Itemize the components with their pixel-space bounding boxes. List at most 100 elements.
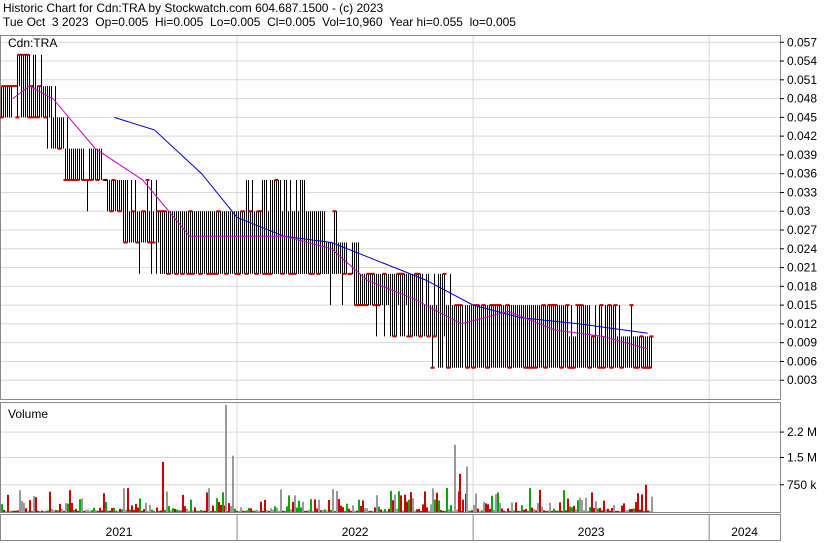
volume-bar [25, 508, 27, 512]
volume-bar [571, 507, 573, 512]
volume-bar [248, 507, 250, 512]
volume-bar [71, 502, 73, 512]
volume-bar [149, 504, 151, 512]
volume-bar [288, 495, 290, 512]
price-tick-label: 0.03 [787, 204, 811, 218]
volume-bar [308, 509, 310, 512]
volume-bar [49, 491, 51, 512]
volume-bar [637, 493, 639, 512]
volume-bar [641, 494, 643, 512]
volume-bar [521, 505, 523, 512]
volume-bar [328, 499, 330, 512]
volume-bar [495, 494, 497, 512]
volume-bar [141, 510, 143, 512]
volume-bar [115, 510, 117, 512]
volume-bar [147, 510, 149, 512]
price-panel-frame [0, 35, 781, 400]
volume-bar [232, 455, 234, 512]
volume-bar [39, 510, 41, 512]
volume-bar [19, 490, 21, 512]
volume-bar [260, 501, 262, 512]
price-tick-label: 0.012 [787, 317, 817, 331]
volume-bar [225, 404, 227, 512]
volume-bar [368, 510, 370, 512]
price-tick-label: 0.042 [787, 129, 817, 143]
volume-bar [282, 510, 284, 512]
volume-bar [589, 507, 591, 512]
volume-bar [350, 510, 352, 512]
volume-bar [184, 506, 186, 512]
volume-bar [242, 510, 244, 512]
volume-bar [85, 510, 87, 512]
volume-bar [73, 509, 75, 512]
volume-bar [180, 510, 182, 512]
volume-bar [340, 505, 342, 512]
volume-bar [230, 505, 232, 512]
volume-bar [418, 508, 420, 512]
volume-bar [517, 510, 519, 512]
volume-bar [631, 508, 633, 512]
volume-bar [105, 501, 107, 512]
volume-bar [79, 499, 81, 512]
volume-bar [274, 506, 276, 512]
price-tick-label: 0.018 [787, 279, 817, 293]
volume-bar [332, 489, 334, 512]
volume-bar [75, 508, 77, 512]
volume-bar [400, 495, 402, 512]
volume-bar [469, 510, 471, 512]
volume-bar [603, 500, 605, 512]
volume-bar [511, 502, 513, 512]
volume-bar [428, 510, 430, 512]
year-axis-labels: 2021 2022 2023 2024 [106, 525, 759, 539]
volume-bar [366, 508, 368, 512]
volume-bar [416, 509, 418, 512]
volume-bar [446, 487, 448, 512]
year-label: 2022 [342, 525, 369, 539]
price-tick-label: 0.033 [787, 185, 817, 199]
volume-bar [645, 484, 647, 512]
volume-bar [356, 510, 358, 512]
volume-bar [414, 510, 416, 512]
volume-bar [87, 509, 89, 512]
volume-bar [168, 506, 170, 512]
price-tick-label: 0.003 [787, 373, 817, 387]
volume-bar [597, 508, 599, 512]
volume-bar [599, 507, 601, 512]
volume-bar [318, 499, 320, 512]
volume-bar [97, 510, 99, 512]
volume-bar [111, 508, 113, 512]
volume-bar [250, 508, 252, 512]
volume-bar [47, 510, 49, 512]
volume-bar [57, 510, 59, 512]
volume-bar [312, 510, 314, 512]
volume-bar [35, 497, 37, 512]
volume-bar [107, 510, 109, 512]
volume-bar [113, 507, 115, 512]
volume-bar [27, 510, 29, 512]
volume-bar [170, 510, 172, 512]
volume-bar [123, 488, 125, 512]
volume-bar [264, 499, 266, 512]
volume-bar [364, 508, 366, 512]
volume-bar [422, 504, 424, 512]
volume-bar [51, 508, 53, 512]
volume-bar [65, 503, 67, 512]
stock-chart: 0.057 0.054 0.051 0.048 0.045 0.042 0.039 0.036… [0, 35, 817, 541]
volume-bar [541, 506, 543, 512]
volume-bar [615, 510, 617, 512]
volume-bar [145, 502, 147, 512]
volume-bar [284, 510, 286, 512]
volume-bar [358, 499, 360, 512]
volume-bar [557, 510, 559, 512]
volume-bar [609, 510, 611, 512]
volume-bar [222, 492, 224, 512]
volume-bar [153, 510, 155, 512]
volume-bar [89, 510, 91, 512]
volume-bar [164, 510, 166, 512]
volume-bar [45, 510, 47, 512]
volume-bar [473, 505, 475, 512]
volume-bar [539, 489, 541, 512]
volume-bar [493, 509, 495, 512]
volume-bar [210, 510, 212, 512]
volume-bar [535, 510, 537, 512]
